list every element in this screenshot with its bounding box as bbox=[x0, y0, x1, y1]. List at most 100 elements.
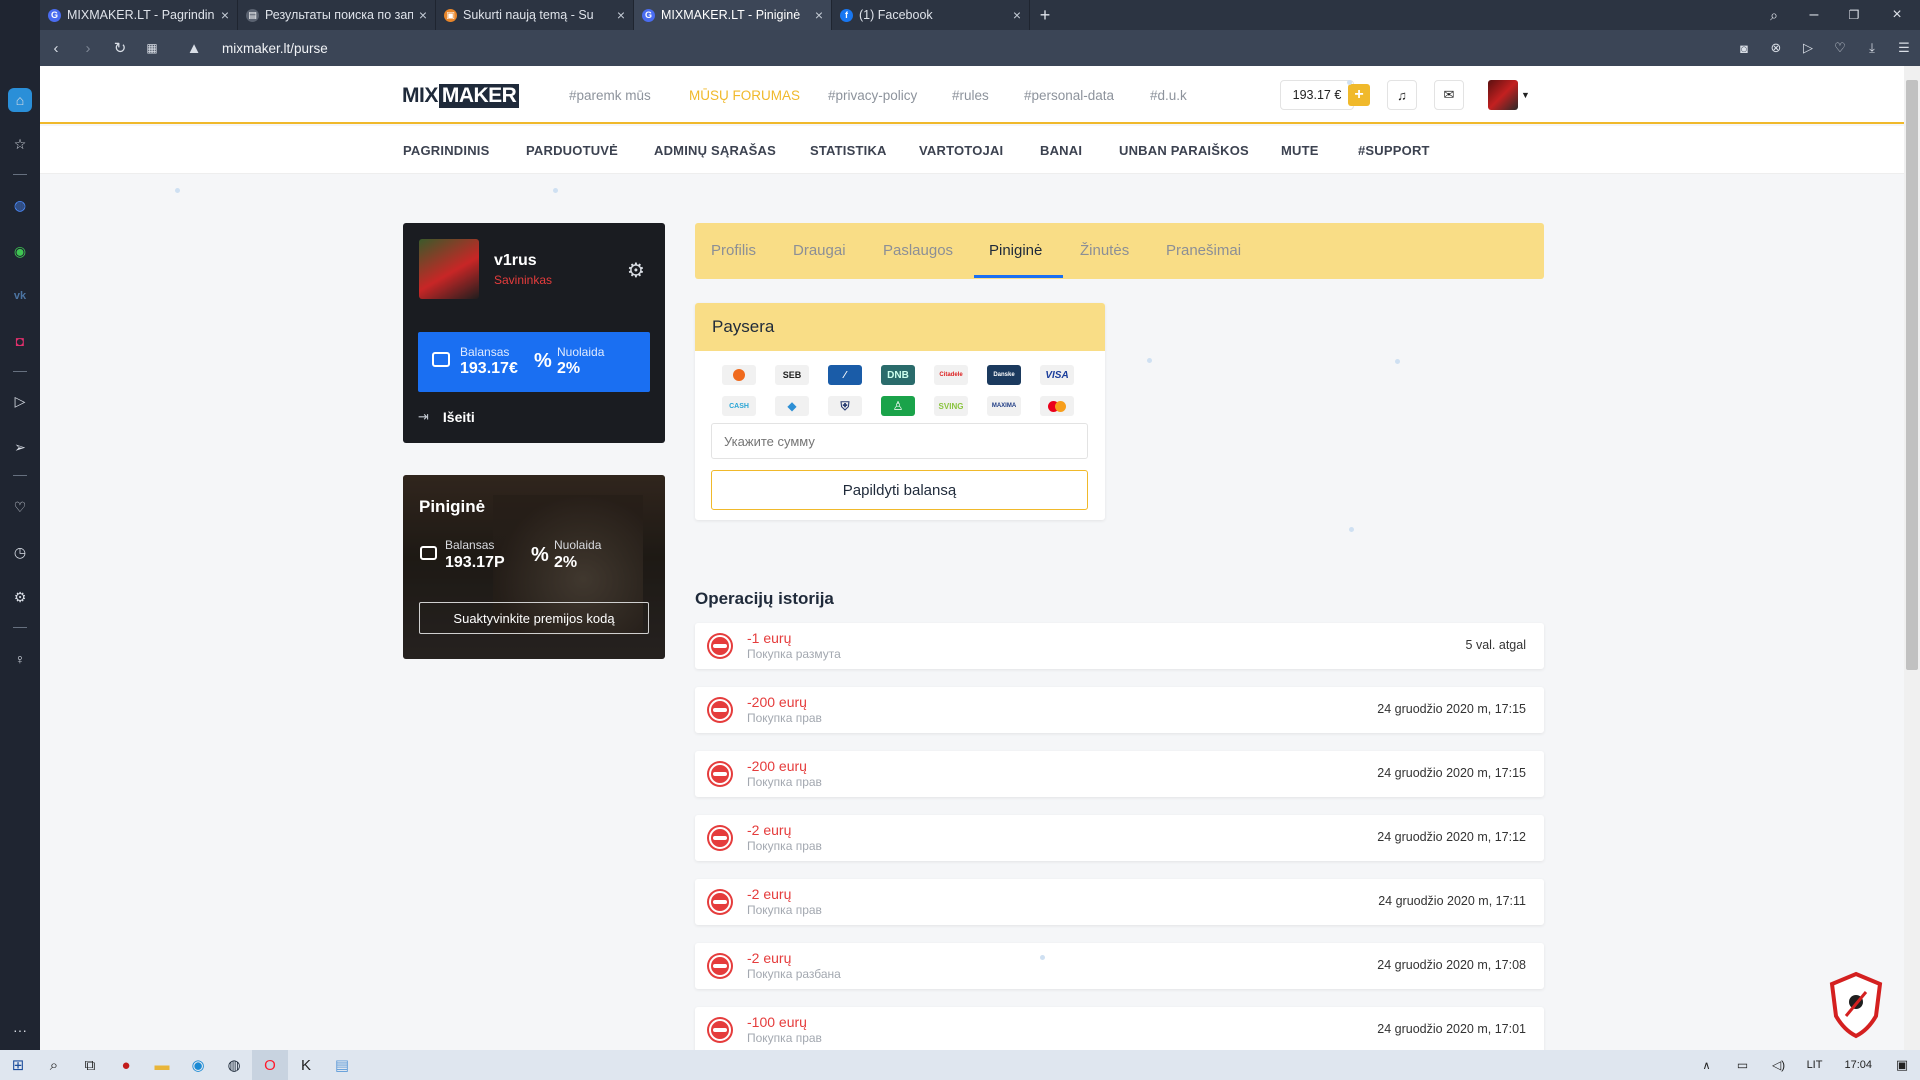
tab-wallet[interactable]: Piniginė bbox=[989, 242, 1042, 259]
tab-notifications[interactable]: Pranešimai bbox=[1166, 242, 1241, 259]
menu-item-statistics[interactable]: STATISTIKA bbox=[810, 143, 887, 158]
app-k-icon[interactable]: K bbox=[288, 1050, 324, 1080]
menu-item-shop[interactable]: PARDUOTUVĖ bbox=[526, 143, 618, 158]
close-tab-icon[interactable]: × bbox=[815, 7, 823, 23]
menu-item-admins[interactable]: ADMINŲ SĄRAŠAS bbox=[654, 143, 776, 158]
browser-tab[interactable]: G MIXMAKER.LT - Pagrindinis × bbox=[40, 0, 238, 30]
top-link[interactable]: #paremk mūs bbox=[569, 88, 651, 103]
diamond-logo-icon[interactable]: ◆ bbox=[775, 396, 809, 416]
reload-icon[interactable]: ↻ bbox=[104, 39, 136, 57]
mastercard-logo-icon[interactable] bbox=[1040, 396, 1074, 416]
menu-item-home[interactable]: PAGRINDINIS bbox=[403, 143, 489, 158]
amount-input[interactable] bbox=[711, 423, 1088, 459]
close-window-icon[interactable]: × bbox=[1874, 0, 1920, 30]
search-tabs-icon[interactable]: ⌕ bbox=[1754, 0, 1794, 30]
messages-mail-icon[interactable]: ✉ bbox=[1434, 80, 1464, 110]
tab-messages[interactable]: Žinutės bbox=[1080, 242, 1129, 259]
browser-tab[interactable]: ▤ Результаты поиска по зап × bbox=[238, 0, 436, 30]
edge-icon[interactable]: ◉ bbox=[180, 1050, 216, 1080]
send-icon[interactable]: ➢ bbox=[8, 435, 32, 459]
lightbulb-icon[interactable]: ♀ bbox=[8, 647, 32, 671]
sving-logo-icon[interactable]: SVING bbox=[934, 396, 968, 416]
instagram-icon[interactable]: ◘ bbox=[8, 329, 32, 353]
notifications-bell-icon[interactable]: ♫ bbox=[1387, 80, 1417, 110]
add-balance-button[interactable]: + bbox=[1348, 84, 1370, 106]
top-link[interactable]: #privacy-policy bbox=[828, 88, 917, 103]
close-tab-icon[interactable]: × bbox=[419, 7, 427, 23]
maxima-logo-icon[interactable]: MAXIMA bbox=[987, 396, 1021, 416]
restore-icon[interactable]: ❐ bbox=[1834, 0, 1874, 30]
balance-pill[interactable]: 193.17 € bbox=[1280, 80, 1354, 110]
file-explorer-icon[interactable]: ▬ bbox=[144, 1050, 180, 1080]
menu-item-mute[interactable]: MUTE bbox=[1281, 143, 1319, 158]
star-icon[interactable]: ☆ bbox=[8, 132, 32, 156]
tab-profile[interactable]: Profilis bbox=[711, 242, 756, 259]
messenger-icon[interactable]: ◍ bbox=[8, 193, 32, 217]
top-up-balance-button[interactable]: Papildyti balansą bbox=[711, 470, 1088, 510]
paysera-badge-icon[interactable] bbox=[1826, 970, 1886, 1040]
logout-button[interactable]: ⇥ Išeiti bbox=[418, 409, 475, 425]
whatsapp-icon[interactable]: ◉ bbox=[8, 239, 32, 263]
vk-icon[interactable]: vk bbox=[8, 284, 32, 308]
site-logo[interactable]: MIX MAKER bbox=[402, 84, 520, 108]
luminor-logo-icon[interactable]: ⁄ bbox=[828, 365, 862, 385]
browser-tab[interactable]: ▣ Sukurti naują temą - Su × bbox=[436, 0, 634, 30]
menu-item-bans[interactable]: BANAI bbox=[1040, 143, 1082, 158]
dnb-logo-icon[interactable]: DNB bbox=[881, 365, 915, 385]
seb-logo-icon[interactable]: SEB bbox=[775, 365, 809, 385]
tray-network-icon[interactable]: ▭ bbox=[1725, 1050, 1761, 1080]
tray-volume-icon[interactable]: ◁) bbox=[1761, 1050, 1797, 1080]
back-icon[interactable]: ‹ bbox=[40, 40, 72, 57]
action-center-icon[interactable]: ▣ bbox=[1884, 1050, 1920, 1080]
odnoklassniki-logo-icon[interactable]: ♙ bbox=[881, 396, 915, 416]
close-tab-icon[interactable]: × bbox=[1013, 7, 1021, 23]
history-icon[interactable]: ◷ bbox=[8, 540, 32, 564]
user-avatar-dropdown[interactable]: ▼ bbox=[1488, 80, 1532, 110]
danske-logo-icon[interactable]: Danske bbox=[987, 365, 1021, 385]
bookmark-heart-icon[interactable]: ♡ bbox=[1824, 40, 1856, 56]
top-link[interactable]: #rules bbox=[952, 88, 989, 103]
top-link-forum[interactable]: MŪSŲ FORUMAS bbox=[689, 88, 800, 103]
browser-tab[interactable]: f (1) Facebook × bbox=[832, 0, 1030, 30]
url-field[interactable]: mixmaker.lt/purse bbox=[222, 41, 328, 56]
clock[interactable]: 17:04 bbox=[1844, 1059, 1872, 1071]
browser-tab-active[interactable]: G MIXMAKER.LT - Piniginė × bbox=[634, 0, 832, 30]
top-link[interactable]: #personal-data bbox=[1024, 88, 1114, 103]
new-tab-button[interactable]: + bbox=[1030, 0, 1060, 30]
task-view-icon[interactable]: ⧉ bbox=[72, 1050, 108, 1080]
home-icon[interactable]: ⌂ bbox=[8, 88, 32, 112]
notepad-icon[interactable]: ▤ bbox=[324, 1050, 360, 1080]
minimize-icon[interactable]: – bbox=[1794, 0, 1834, 30]
cash-logo-icon[interactable]: CASH bbox=[722, 396, 756, 416]
download-icon[interactable]: ⤓ bbox=[1856, 40, 1888, 56]
tray-chevron-icon[interactable]: ∧ bbox=[1689, 1050, 1725, 1080]
player-icon[interactable]: ▷ bbox=[8, 389, 32, 413]
tabs-grid-icon[interactable]: ▦ bbox=[136, 41, 168, 55]
visa-logo-icon[interactable]: VISA bbox=[1040, 365, 1074, 385]
menu-item-unban[interactable]: UNBAN PARAIŠKOS bbox=[1119, 143, 1249, 158]
promo-code-button[interactable]: Suaktyvinkite premijos kodą bbox=[419, 602, 649, 634]
forward-icon[interactable]: › bbox=[72, 40, 104, 57]
app-red-icon[interactable]: ● bbox=[108, 1050, 144, 1080]
swedbank-logo-icon[interactable] bbox=[722, 365, 756, 385]
tab-services[interactable]: Paslaugos bbox=[883, 242, 953, 259]
scrollbar-thumb[interactable] bbox=[1906, 80, 1918, 670]
close-tab-icon[interactable]: × bbox=[221, 7, 229, 23]
adblock-icon[interactable]: ⊗ bbox=[1760, 40, 1792, 56]
menu-item-support[interactable]: #SUPPORT bbox=[1358, 143, 1430, 158]
profile-settings-gear-icon[interactable]: ⚙ bbox=[627, 258, 645, 283]
opera-taskbar-icon[interactable]: O bbox=[252, 1050, 288, 1080]
easy-setup-icon[interactable]: ☰ bbox=[1888, 40, 1920, 56]
heart-icon[interactable]: ♡ bbox=[8, 495, 32, 519]
top-link[interactable]: #d.u.k bbox=[1150, 88, 1187, 103]
more-icon[interactable]: ··· bbox=[8, 1018, 32, 1042]
citadele-logo-icon[interactable]: Citadele bbox=[934, 365, 968, 385]
windows-start-icon[interactable]: ⊞ bbox=[0, 1050, 36, 1080]
camera-icon[interactable]: ◙ bbox=[1728, 41, 1760, 56]
settings-icon[interactable]: ⚙ bbox=[8, 585, 32, 609]
close-tab-icon[interactable]: × bbox=[617, 7, 625, 23]
menu-item-users[interactable]: VARTOTOJAI bbox=[919, 143, 1003, 158]
shield-bank-logo-icon[interactable]: ⛨ bbox=[828, 396, 862, 416]
search-icon[interactable]: ⌕ bbox=[36, 1050, 72, 1080]
flow-icon[interactable]: ▷ bbox=[1792, 40, 1824, 56]
